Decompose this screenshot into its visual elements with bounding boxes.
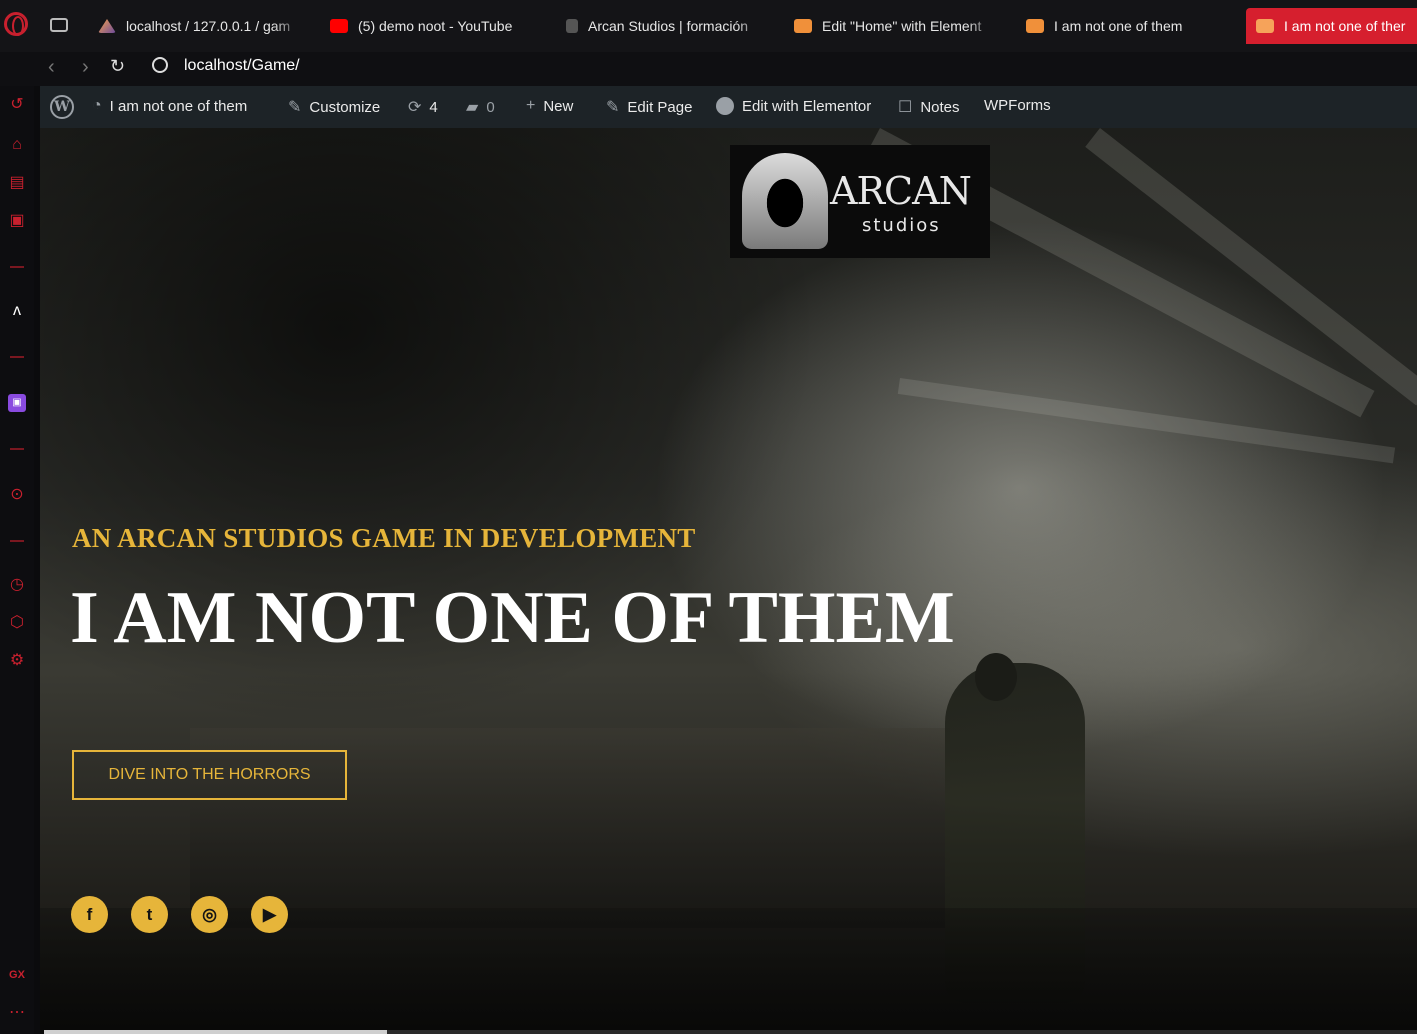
wp-wpforms[interactable]: WPForms bbox=[984, 97, 1051, 114]
dashboard-icon: ◔ bbox=[92, 97, 102, 114]
comment-icon: ▰ bbox=[466, 99, 479, 116]
page-progress-bar bbox=[44, 1030, 1417, 1034]
back-arrow-icon[interactable]: ‹ bbox=[48, 56, 55, 79]
dive-into-horrors-button[interactable]: DIVE INTO THE HORRORS bbox=[72, 750, 347, 800]
elementor-icon bbox=[794, 19, 812, 33]
paintbrush-icon: ✎ bbox=[288, 99, 302, 116]
twitter-icon[interactable]: t bbox=[131, 896, 168, 933]
messenger-icon[interactable]: ▣ bbox=[8, 212, 26, 230]
site-info-icon[interactable] bbox=[152, 57, 168, 73]
sidebar-separator bbox=[10, 448, 24, 450]
aria-icon[interactable]: ʌ bbox=[8, 302, 26, 320]
wp-edit-page[interactable]: ✎ Edit Page bbox=[606, 97, 692, 117]
browser-tab-bar: localhost / 127.0.0.1 / gam (5) demo noo… bbox=[0, 0, 1417, 52]
url-field[interactable]: localhost/Game/ bbox=[184, 57, 300, 75]
sidebar-separator bbox=[10, 266, 24, 268]
character-head bbox=[975, 653, 1017, 701]
browser-sidebar: ↺ ⌂ ▤ ▣ ʌ ▣ ⊙ ◷ ⬡ ⚙ GX ⋯ bbox=[0, 86, 34, 1034]
elementor-icon bbox=[1026, 19, 1044, 33]
wp-updates[interactable]: ⟳ 4 bbox=[408, 97, 438, 117]
hooded-figure-icon bbox=[742, 153, 828, 249]
tab-label: Edit "Home" with Element bbox=[822, 18, 982, 34]
hood-icon bbox=[566, 19, 578, 33]
updates-icon: ⟳ bbox=[408, 99, 422, 116]
wp-site-name[interactable]: ◔ I am not one of them bbox=[92, 97, 247, 115]
tab-label: I am not one of ther bbox=[1284, 18, 1406, 34]
plus-icon: + bbox=[526, 97, 536, 114]
youtube-icon[interactable]: ▶ bbox=[251, 896, 288, 933]
wp-comments[interactable]: ▰ 0 bbox=[466, 97, 495, 117]
player-icon[interactable]: ⊙ bbox=[8, 486, 26, 504]
tab-i-am-not-one-of-them[interactable]: I am not one of them bbox=[1026, 10, 1226, 42]
reload-icon[interactable]: ↻ bbox=[110, 56, 125, 77]
wp-customize[interactable]: ✎ Customize bbox=[288, 97, 380, 117]
wp-new[interactable]: + New bbox=[526, 97, 573, 115]
tab-label: localhost / 127.0.0.1 / gam bbox=[126, 18, 291, 34]
elementor-icon bbox=[716, 97, 734, 115]
arcan-studios-logo[interactable]: ARCAN studios bbox=[730, 145, 990, 258]
tab-edit-home-elementor[interactable]: Edit "Home" with Element bbox=[794, 10, 997, 42]
phpmyadmin-icon bbox=[98, 19, 116, 33]
hero-headline: I AM NOT ONE OF THEM bbox=[70, 577, 955, 659]
instagram-icon[interactable]: ◎ bbox=[191, 896, 228, 933]
gx-control-icon[interactable] bbox=[50, 18, 68, 32]
news-icon[interactable]: ▤ bbox=[8, 174, 26, 192]
speed-dial-icon[interactable]: ↺ bbox=[8, 96, 26, 114]
opera-logo-icon[interactable] bbox=[4, 12, 28, 36]
hero-section: ARCAN studios AN ARCAN STUDIOS GAME IN D… bbox=[40, 128, 1417, 1034]
tab-active[interactable]: I am not one of ther bbox=[1246, 8, 1417, 44]
tab-youtube[interactable]: (5) demo noot - YouTube bbox=[330, 10, 540, 42]
speech-bubble-icon: ☐ bbox=[898, 99, 913, 116]
wp-edit-elementor[interactable]: Edit with Elementor bbox=[716, 97, 871, 115]
youtube-icon bbox=[330, 19, 348, 33]
wordpress-logo-icon[interactable]: W bbox=[50, 95, 74, 119]
sidebar-separator bbox=[10, 540, 24, 542]
tab-phpmyadmin[interactable]: localhost / 127.0.0.1 / gam bbox=[98, 10, 303, 42]
pencil-icon: ✎ bbox=[606, 99, 620, 116]
tab-label: (5) demo noot - YouTube bbox=[358, 18, 513, 34]
tab-label: Arcan Studios | formación bbox=[588, 18, 749, 34]
wp-notes[interactable]: ☐ Notes bbox=[898, 97, 960, 117]
logo-subtitle: studios bbox=[862, 215, 941, 236]
twitch-icon[interactable]: ▣ bbox=[8, 394, 26, 412]
facebook-icon[interactable]: f bbox=[71, 896, 108, 933]
tab-label: I am not one of them bbox=[1054, 18, 1183, 34]
extensions-icon[interactable]: ⬡ bbox=[8, 614, 26, 632]
settings-gear-icon[interactable]: ⚙ bbox=[8, 652, 26, 670]
bag-icon[interactable]: ⌂ bbox=[8, 136, 26, 154]
logo-title: ARCAN bbox=[830, 169, 972, 213]
sidebar-separator bbox=[10, 356, 24, 358]
forward-arrow-icon[interactable]: › bbox=[82, 56, 89, 79]
hero-eyebrow: AN ARCAN STUDIOS GAME IN DEVELOPMENT bbox=[72, 523, 696, 553]
page-progress-fill bbox=[44, 1030, 388, 1034]
history-icon[interactable]: ◷ bbox=[8, 576, 26, 594]
floor-shadow bbox=[40, 908, 1417, 1034]
more-dots-icon[interactable]: ⋯ bbox=[8, 1004, 26, 1022]
elementor-icon bbox=[1256, 19, 1274, 33]
tab-arcan-studios[interactable]: Arcan Studios | formación bbox=[566, 10, 766, 42]
gx-logo-icon[interactable]: GX bbox=[8, 966, 26, 984]
